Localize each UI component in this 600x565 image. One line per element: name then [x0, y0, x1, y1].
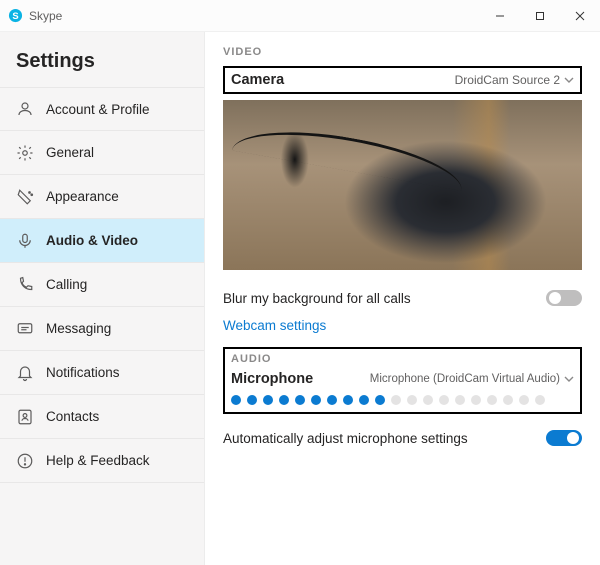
sidebar-item-general[interactable]: General: [0, 131, 204, 175]
maximize-button[interactable]: [520, 0, 560, 32]
chevron-down-icon: [564, 374, 574, 384]
meter-dot: [503, 395, 513, 405]
meter-dot: [327, 395, 337, 405]
sidebar-item-calling[interactable]: Calling: [0, 263, 204, 307]
video-section-label: VIDEO: [223, 46, 582, 58]
meter-dot: [375, 395, 385, 405]
camera-label: Camera: [231, 72, 284, 88]
meter-dot: [519, 395, 529, 405]
meter-dot: [439, 395, 449, 405]
meter-dot: [423, 395, 433, 405]
meter-dot: [455, 395, 465, 405]
page-title: Settings: [0, 32, 204, 87]
sidebar-item-label: Appearance: [46, 189, 119, 204]
meter-dot: [407, 395, 417, 405]
sidebar-item-help-feedback[interactable]: Help & Feedback: [0, 439, 204, 483]
sidebar-item-label: General: [46, 145, 94, 160]
microphone-select[interactable]: Microphone (DroidCam Virtual Audio): [370, 373, 574, 385]
auto-adjust-mic-label: Automatically adjust microphone settings: [223, 431, 468, 446]
sidebar-item-messaging[interactable]: Messaging: [0, 307, 204, 351]
sidebar-item-label: Calling: [46, 277, 87, 292]
sidebar-item-account-profile[interactable]: Account & Profile: [0, 87, 204, 131]
sidebar-item-label: Messaging: [46, 321, 111, 336]
sidebar-item-contacts[interactable]: Contacts: [0, 395, 204, 439]
svg-text:S: S: [12, 11, 18, 21]
contacts-icon: [16, 408, 34, 426]
meter-dot: [471, 395, 481, 405]
meter-dot: [487, 395, 497, 405]
meter-dot: [343, 395, 353, 405]
phone-icon: [16, 276, 34, 294]
appearance-icon: [16, 188, 34, 206]
account-icon: [16, 100, 34, 118]
microphone-row-highlight: AUDIO Microphone Microphone (DroidCam Vi…: [223, 347, 582, 414]
help-icon: [16, 452, 34, 470]
sidebar-item-appearance[interactable]: Appearance: [0, 175, 204, 219]
camera-preview: [223, 100, 582, 270]
blur-background-toggle[interactable]: [546, 290, 582, 306]
microphone-selected-value: Microphone (DroidCam Virtual Audio): [370, 373, 560, 385]
window-title: Skype: [29, 9, 480, 23]
meter-dot: [279, 395, 289, 405]
webcam-settings-link[interactable]: Webcam settings: [223, 312, 582, 347]
blur-background-label: Blur my background for all calls: [223, 291, 411, 306]
auto-adjust-mic-toggle[interactable]: [546, 430, 582, 446]
meter-dot: [231, 395, 241, 405]
close-button[interactable]: [560, 0, 600, 32]
sidebar-item-label: Notifications: [46, 365, 120, 380]
meter-dot: [391, 395, 401, 405]
audio-section-label: AUDIO: [231, 353, 574, 365]
skype-logo-icon: S: [8, 8, 23, 23]
message-icon: [16, 320, 34, 338]
sidebar-item-audio-video[interactable]: Audio & Video: [0, 219, 204, 263]
meter-dot: [359, 395, 369, 405]
meter-dot: [247, 395, 257, 405]
sidebar-item-label: Help & Feedback: [46, 453, 150, 468]
meter-dot: [535, 395, 545, 405]
sidebar-item-label: Audio & Video: [46, 233, 138, 248]
sidebar-item-label: Contacts: [46, 409, 99, 424]
meter-dot: [263, 395, 273, 405]
camera-row-highlight: Camera DroidCam Source 2: [223, 66, 582, 94]
bell-icon: [16, 364, 34, 382]
settings-nav: Account & Profile General Appearance Audio …: [0, 87, 204, 483]
sidebar: Settings Account & Profile General Appeara…: [0, 32, 205, 565]
microphone-icon: [16, 232, 34, 250]
gear-icon: [16, 144, 34, 162]
meter-dot: [295, 395, 305, 405]
titlebar: S Skype: [0, 0, 600, 32]
sidebar-item-notifications[interactable]: Notifications: [0, 351, 204, 395]
content: VIDEO Camera DroidCam Source 2 Blur my b…: [205, 32, 600, 565]
chevron-down-icon: [564, 75, 574, 85]
minimize-button[interactable]: [480, 0, 520, 32]
camera-selected-value: DroidCam Source 2: [455, 73, 560, 87]
meter-dot: [311, 395, 321, 405]
microphone-label: Microphone: [231, 371, 313, 387]
sidebar-item-label: Account & Profile: [46, 102, 150, 117]
camera-select[interactable]: DroidCam Source 2: [455, 73, 574, 87]
microphone-level-meter: [231, 393, 574, 408]
